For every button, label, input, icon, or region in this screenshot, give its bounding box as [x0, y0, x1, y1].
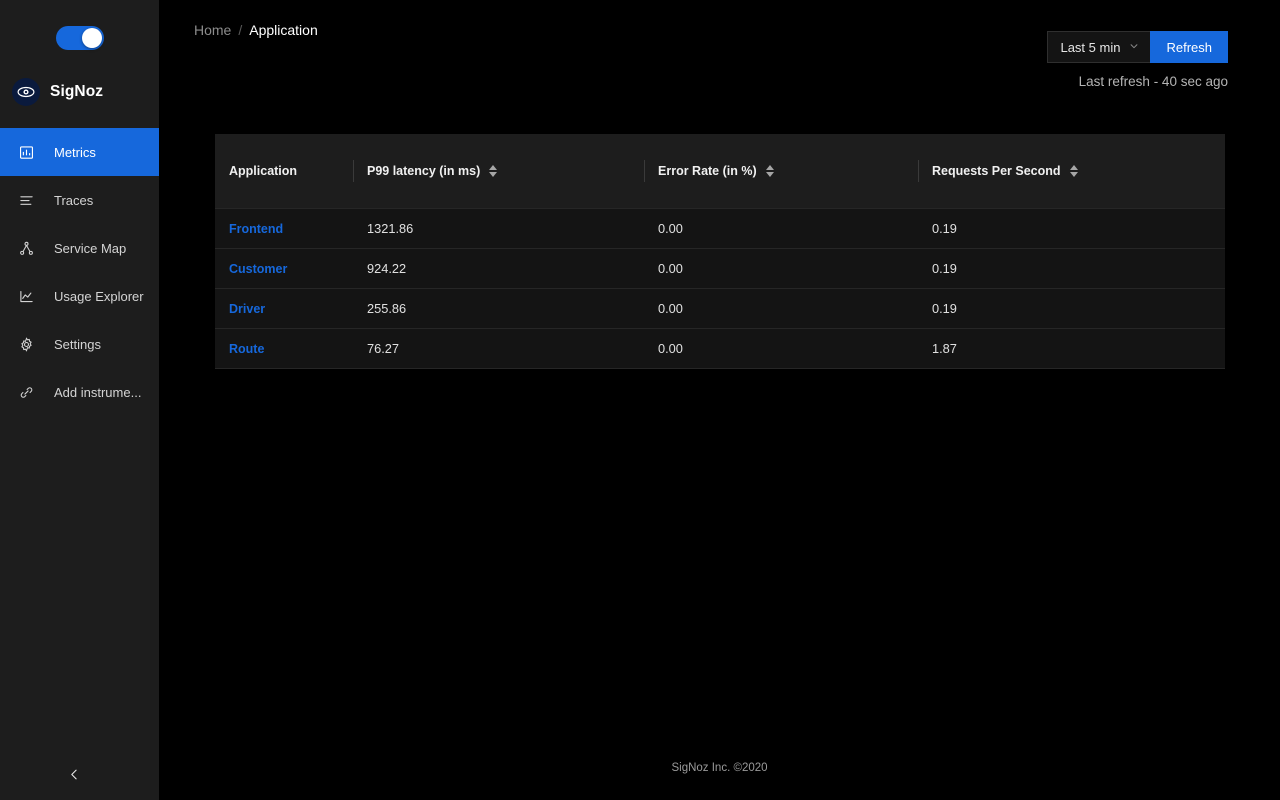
- sidebar-item-label: Settings: [54, 337, 101, 352]
- sidebar-item-label: Add instrume...: [54, 385, 141, 400]
- cell-p99-latency: 255.86: [353, 288, 644, 328]
- cell-p99-latency: 924.22: [353, 248, 644, 288]
- chevron-left-icon: [68, 768, 81, 785]
- sidebar-spacer: [0, 416, 159, 752]
- main-content: Home / Application Last 5 min Refresh La…: [159, 0, 1280, 800]
- last-refresh-status: Last refresh - 40 sec ago: [1079, 74, 1228, 89]
- sort-desc-caret: [1070, 172, 1078, 177]
- sort-asc-caret: [489, 165, 497, 170]
- table-row: Frontend 1321.86 0.00 0.19: [215, 208, 1225, 248]
- dark-mode-toggle[interactable]: [56, 26, 104, 50]
- refresh-button[interactable]: Refresh: [1150, 31, 1228, 63]
- app-root: SigNoz Metrics: [0, 0, 1280, 800]
- footer: SigNoz Inc. ©2020: [159, 762, 1280, 774]
- sort-icon[interactable]: [766, 165, 774, 177]
- breadcrumb-separator: /: [238, 22, 242, 38]
- table-row: Driver 255.86 0.00 0.19: [215, 288, 1225, 328]
- sidebar-item-settings[interactable]: Settings: [0, 320, 159, 368]
- metrics-table: Application P99 latency (in ms): [215, 134, 1225, 369]
- table-row: Customer 924.22 0.00 0.19: [215, 248, 1225, 288]
- brand-name: SigNoz: [50, 83, 103, 101]
- sort-icon[interactable]: [1070, 165, 1078, 177]
- time-range-value: Last 5 min: [1060, 40, 1120, 55]
- sidebar-item-label: Traces: [54, 193, 93, 208]
- column-label: Error Rate (in %): [658, 164, 757, 178]
- table-header: Application P99 latency (in ms): [215, 134, 1225, 208]
- brand[interactable]: SigNoz: [0, 70, 159, 114]
- node-graph-icon: [18, 240, 34, 256]
- cell-rps: 0.19: [918, 248, 1225, 288]
- breadcrumb-home[interactable]: Home: [194, 22, 231, 38]
- sidebar-item-usage-explorer[interactable]: Usage Explorer: [0, 272, 159, 320]
- sidebar-item-service-map[interactable]: Service Map: [0, 224, 159, 272]
- sidebar-nav: Metrics Traces: [0, 128, 159, 416]
- toolbar-controls: Last 5 min Refresh: [1047, 31, 1228, 63]
- cell-error-rate: 0.00: [644, 208, 918, 248]
- bar-chart-icon: [18, 144, 34, 160]
- application-link[interactable]: Frontend: [229, 222, 283, 236]
- cell-application: Customer: [215, 248, 353, 288]
- sidebar-collapse-button[interactable]: [0, 752, 159, 800]
- sort-desc-caret: [489, 172, 497, 177]
- theme-toggle-row: [0, 0, 159, 70]
- breadcrumb: Home / Application: [194, 22, 318, 38]
- table-row: Route 76.27 0.00 1.87: [215, 328, 1225, 368]
- sidebar-item-label: Metrics: [54, 145, 96, 160]
- cell-error-rate: 0.00: [644, 328, 918, 368]
- gear-icon: [18, 336, 34, 352]
- application-link[interactable]: Route: [229, 342, 264, 356]
- application-link[interactable]: Customer: [229, 262, 287, 276]
- column-header-p99-latency: P99 latency (in ms): [353, 134, 644, 208]
- sidebar-item-add-instrumentation[interactable]: Add instrume...: [0, 368, 159, 416]
- eye-icon: [12, 78, 40, 106]
- cell-rps: 0.19: [918, 208, 1225, 248]
- list-lines-icon: [18, 192, 34, 208]
- sort-icon[interactable]: [489, 165, 497, 177]
- cell-rps: 0.19: [918, 288, 1225, 328]
- cell-application: Driver: [215, 288, 353, 328]
- time-range-select[interactable]: Last 5 min: [1047, 31, 1150, 63]
- cell-p99-latency: 1321.86: [353, 208, 644, 248]
- application-link[interactable]: Driver: [229, 302, 265, 316]
- sidebar-item-traces[interactable]: Traces: [0, 176, 159, 224]
- table-header-row: Application P99 latency (in ms): [215, 134, 1225, 208]
- column-label: P99 latency (in ms): [367, 164, 480, 178]
- cell-rps: 1.87: [918, 328, 1225, 368]
- link-chain-icon: [18, 384, 34, 400]
- sort-desc-caret: [766, 172, 774, 177]
- table-body: Frontend 1321.86 0.00 0.19 Customer 924.…: [215, 208, 1225, 368]
- column-header-application: Application: [215, 134, 353, 208]
- cell-p99-latency: 76.27: [353, 328, 644, 368]
- column-header-error-rate: Error Rate (in %): [644, 134, 918, 208]
- sidebar: SigNoz Metrics: [0, 0, 159, 800]
- breadcrumb-current: Application: [249, 22, 318, 38]
- sidebar-item-label: Service Map: [54, 241, 126, 256]
- sidebar-item-metrics[interactable]: Metrics: [0, 128, 159, 176]
- line-chart-icon: [18, 288, 34, 304]
- sidebar-item-label: Usage Explorer: [54, 289, 144, 304]
- cell-application: Route: [215, 328, 353, 368]
- chevron-down-icon: [1129, 41, 1139, 54]
- sort-asc-caret: [766, 165, 774, 170]
- toolbar: Last 5 min Refresh Last refresh - 40 sec…: [1047, 31, 1228, 89]
- column-header-requests-per-second: Requests Per Second: [918, 134, 1225, 208]
- cell-error-rate: 0.00: [644, 288, 918, 328]
- column-label: Application: [229, 164, 297, 178]
- cell-error-rate: 0.00: [644, 248, 918, 288]
- toggle-knob: [82, 28, 102, 48]
- cell-application: Frontend: [215, 208, 353, 248]
- column-label: Requests Per Second: [932, 164, 1061, 178]
- sort-asc-caret: [1070, 165, 1078, 170]
- metrics-table-container: Application P99 latency (in ms): [215, 134, 1225, 369]
